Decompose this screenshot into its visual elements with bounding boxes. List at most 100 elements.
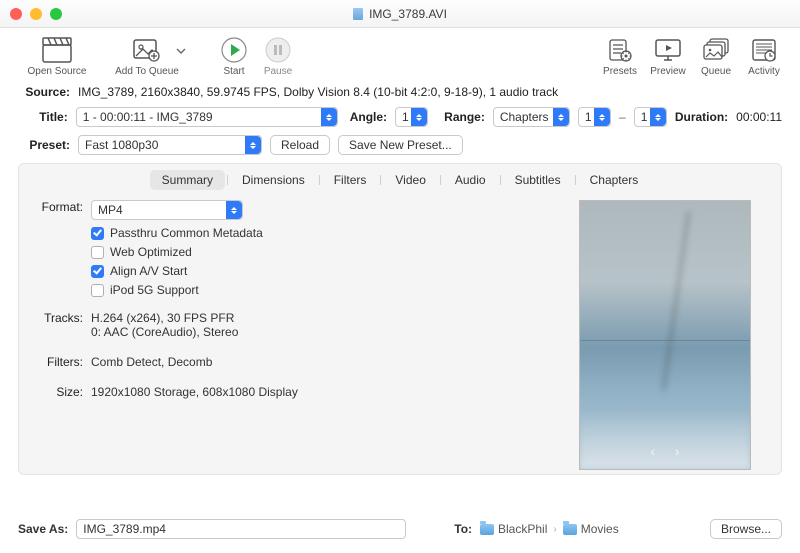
activity-icon bbox=[751, 37, 777, 63]
tab-subtitles[interactable]: Subtitles bbox=[503, 170, 573, 190]
tracks-value: H.264 (x264), 30 FPS PFR 0: AAC (CoreAud… bbox=[91, 311, 238, 339]
title-row: Title: 1 - 00:00:11 - IMG_3789 Angle: 1 … bbox=[18, 107, 782, 127]
image-plus-icon bbox=[132, 37, 162, 63]
tab-chapters[interactable]: Chapters bbox=[578, 170, 651, 190]
source-value: IMG_3789, 2160x3840, 59.9745 FPS, Dolby … bbox=[78, 85, 558, 99]
title-label: Title: bbox=[18, 110, 68, 124]
preview-label: Preview bbox=[650, 66, 686, 77]
presets-label: Presets bbox=[603, 66, 637, 77]
main-content: Source: IMG_3789, 2160x3840, 59.9745 FPS… bbox=[0, 79, 800, 475]
tab-dimensions[interactable]: Dimensions bbox=[230, 170, 317, 190]
tab-audio[interactable]: Audio bbox=[443, 170, 498, 190]
range-type-select[interactable]: Chapters bbox=[493, 107, 570, 127]
angle-label: Angle: bbox=[350, 110, 387, 124]
chevron-updown-icon bbox=[245, 136, 261, 154]
browse-button[interactable]: Browse... bbox=[710, 519, 782, 539]
checkbox-icon bbox=[91, 246, 104, 259]
range-label: Range: bbox=[444, 110, 485, 124]
clapperboard-icon bbox=[42, 37, 72, 63]
settings-panel: Summary Dimensions Filters Video Audio S… bbox=[18, 163, 782, 475]
reload-preset-button[interactable]: Reload bbox=[270, 135, 330, 155]
play-icon bbox=[220, 36, 248, 64]
preset-value: Fast 1080p30 bbox=[85, 138, 158, 152]
size-row: Size: 1920x1080 Storage, 608x1080 Displa… bbox=[35, 385, 545, 399]
folder-icon bbox=[563, 524, 577, 535]
pause-icon bbox=[264, 36, 292, 64]
web-optimized-checkbox[interactable]: Web Optimized bbox=[91, 245, 545, 259]
queue-button[interactable]: Queue bbox=[692, 34, 740, 77]
folder-icon bbox=[480, 524, 494, 535]
open-source-button[interactable]: Open Source bbox=[12, 34, 102, 77]
filters-row: Filters: Comb Detect, Decomb bbox=[35, 355, 545, 369]
chevron-down-icon[interactable] bbox=[176, 48, 186, 54]
format-row: Format: MP4 bbox=[35, 200, 545, 220]
range-type-value: Chapters bbox=[500, 110, 549, 124]
presets-button[interactable]: Presets bbox=[596, 34, 644, 77]
video-preview[interactable]: ‹ › bbox=[579, 200, 751, 470]
filters-label: Filters: bbox=[35, 355, 83, 369]
next-frame-button[interactable]: › bbox=[675, 444, 679, 459]
save-new-preset-button[interactable]: Save New Preset... bbox=[338, 135, 463, 155]
presets-icon bbox=[607, 37, 633, 63]
checkbox-icon bbox=[91, 284, 104, 297]
prev-frame-button[interactable]: ‹ bbox=[651, 444, 655, 459]
source-label: Source: bbox=[18, 85, 70, 99]
titlebar: IMG_3789.AVI bbox=[0, 0, 800, 28]
range-dash: – bbox=[619, 110, 626, 124]
monitor-play-icon bbox=[654, 37, 682, 63]
destination-path[interactable]: BlackPhil › Movies bbox=[480, 522, 619, 536]
to-label: To: bbox=[454, 522, 472, 536]
preset-select[interactable]: Fast 1080p30 bbox=[78, 135, 262, 155]
add-to-queue-button[interactable]: Add To Queue bbox=[102, 34, 192, 77]
checkbox-checked-icon bbox=[91, 227, 104, 240]
duration-value: 00:00:11 bbox=[736, 110, 782, 124]
passthru-metadata-checkbox[interactable]: Passthru Common Metadata bbox=[91, 226, 545, 240]
filters-value: Comb Detect, Decomb bbox=[91, 355, 212, 369]
pause-button: Pause bbox=[256, 34, 300, 77]
save-as-input[interactable]: IMG_3789.mp4 bbox=[76, 519, 406, 539]
angle-value: 1 bbox=[402, 110, 409, 124]
preview-nav: ‹ › bbox=[651, 444, 680, 459]
tracks-label: Tracks: bbox=[35, 311, 83, 339]
activity-label: Activity bbox=[748, 66, 780, 77]
chevron-updown-icon bbox=[553, 108, 569, 126]
title-select-value: 1 - 00:00:11 - IMG_3789 bbox=[83, 110, 213, 124]
range-to-select[interactable]: 1 bbox=[634, 107, 667, 127]
angle-select[interactable]: 1 bbox=[395, 107, 428, 127]
preview-button[interactable]: Preview bbox=[644, 34, 692, 77]
format-value: MP4 bbox=[98, 203, 123, 217]
checkbox-checked-icon bbox=[91, 265, 104, 278]
format-options: Passthru Common Metadata Web Optimized A… bbox=[91, 226, 545, 297]
duration-label: Duration: bbox=[675, 110, 728, 124]
tab-summary[interactable]: Summary bbox=[150, 170, 225, 190]
range-to-value: 1 bbox=[641, 110, 648, 124]
activity-button[interactable]: Activity bbox=[740, 34, 788, 77]
start-button[interactable]: Start bbox=[212, 34, 256, 77]
stack-icon bbox=[702, 37, 730, 63]
tab-filters[interactable]: Filters bbox=[322, 170, 379, 190]
ipod-support-checkbox[interactable]: iPod 5G Support bbox=[91, 283, 545, 297]
range-from-value: 1 bbox=[585, 110, 592, 124]
title-select[interactable]: 1 - 00:00:11 - IMG_3789 bbox=[76, 107, 338, 127]
tab-video[interactable]: Video bbox=[383, 170, 437, 190]
preset-row: Preset: Fast 1080p30 Reload Save New Pre… bbox=[18, 135, 782, 155]
window-title: IMG_3789.AVI bbox=[0, 7, 800, 21]
range-from-select[interactable]: 1 bbox=[578, 107, 611, 127]
chevron-updown-icon bbox=[226, 201, 242, 219]
chevron-updown-icon bbox=[321, 108, 337, 126]
preview-column: ‹ › bbox=[565, 200, 765, 470]
summary-left-column: Format: MP4 Passthru Common Metadata Web… bbox=[35, 200, 545, 470]
tracks-row: Tracks: H.264 (x264), 30 FPS PFR 0: AAC … bbox=[35, 311, 545, 339]
chevron-updown-icon bbox=[594, 108, 610, 126]
start-label: Start bbox=[223, 66, 244, 77]
chevron-updown-icon bbox=[650, 108, 666, 126]
save-as-label: Save As: bbox=[18, 522, 68, 536]
size-value: 1920x1080 Storage, 608x1080 Display bbox=[91, 385, 298, 399]
align-av-start-checkbox[interactable]: Align A/V Start bbox=[91, 264, 545, 278]
document-icon bbox=[353, 8, 363, 20]
format-select[interactable]: MP4 bbox=[91, 200, 243, 220]
tabs-bar: Summary Dimensions Filters Video Audio S… bbox=[19, 164, 781, 200]
save-bar: Save As: IMG_3789.mp4 To: BlackPhil › Mo… bbox=[0, 509, 800, 553]
size-label: Size: bbox=[35, 385, 83, 399]
toolbar: Open Source Add To Queue Start Pause Pre… bbox=[0, 28, 800, 79]
